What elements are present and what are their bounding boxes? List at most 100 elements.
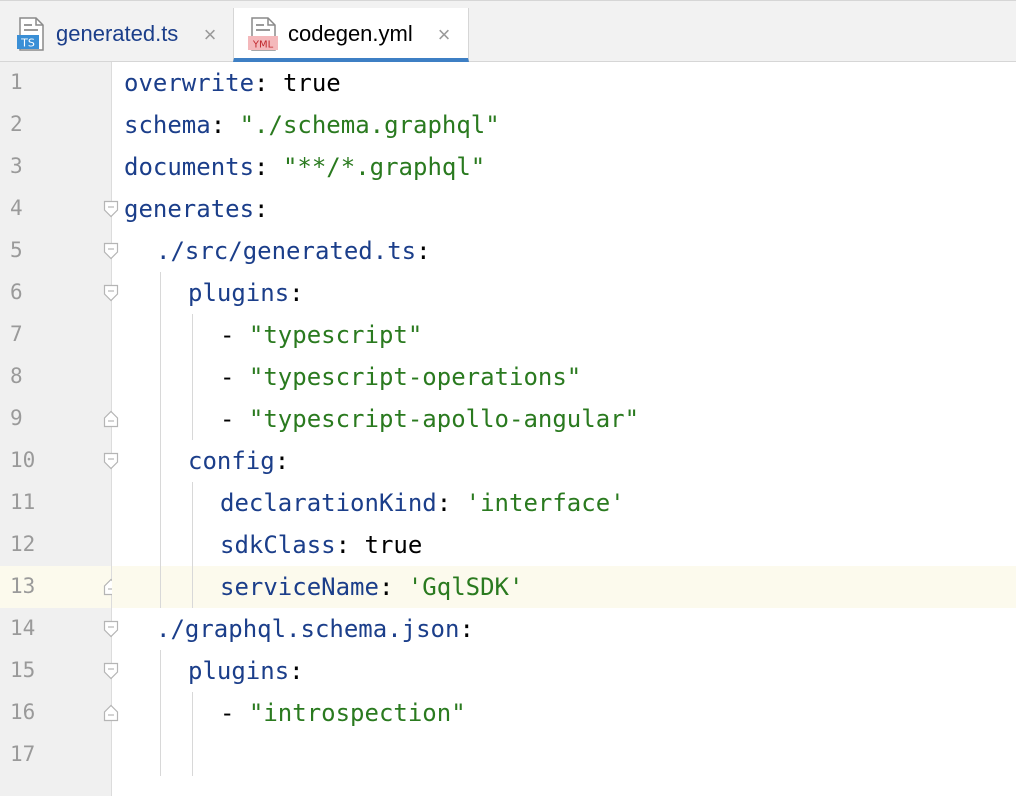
gutter-cell: 12 xyxy=(0,524,111,566)
code-text: - "typescript-apollo-angular" xyxy=(220,404,639,434)
gutter-cell: 8 xyxy=(0,356,111,398)
indent-guide xyxy=(192,314,193,440)
line-number: 3 xyxy=(10,154,23,178)
code-text: declarationKind: 'interface' xyxy=(220,488,625,518)
close-icon[interactable]: × xyxy=(434,24,454,46)
code-area: sdkClass: true xyxy=(112,524,1016,566)
gutter-cell: 2 xyxy=(0,104,111,146)
yaml-key: config xyxy=(188,447,275,475)
yaml-value: "typescript-apollo-angular" xyxy=(248,405,640,433)
yaml-value: 'GqlSDK' xyxy=(407,573,524,601)
gutter-cell: 5 xyxy=(0,230,119,272)
code-line[interactable]: 6 plugins: xyxy=(0,272,1016,314)
indent-guide xyxy=(192,482,193,608)
code-line[interactable]: 17 xyxy=(0,734,1016,776)
code-text: sdkClass: true xyxy=(220,530,422,560)
code-line[interactable]: 14 ./graphql.schema.json: xyxy=(0,608,1016,650)
code-area: - "introspection" xyxy=(112,692,1016,734)
code-text: schema: "./schema.graphql" xyxy=(124,110,500,140)
yaml-separator: : xyxy=(416,237,431,265)
gutter-cell: 14 xyxy=(0,608,119,650)
svg-text:YML: YML xyxy=(252,40,274,51)
code-line[interactable]: 8 - "typescript-operations" xyxy=(0,356,1016,398)
tab-label: generated.ts xyxy=(56,21,179,46)
line-number: 1 xyxy=(10,70,23,94)
yaml-separator: : xyxy=(436,489,466,517)
code-area xyxy=(112,734,1016,776)
code-line[interactable]: 15 plugins: xyxy=(0,650,1016,692)
gutter-cell: 9 xyxy=(0,398,119,440)
close-icon[interactable]: × xyxy=(200,24,220,46)
yaml-separator: : xyxy=(210,111,240,139)
yaml-value: "typescript-operations" xyxy=(248,363,582,391)
tab-label: codegen.yml xyxy=(288,21,413,46)
line-number: 9 xyxy=(10,406,23,430)
yaml-key: overwrite xyxy=(124,69,255,97)
line-number: 16 xyxy=(10,700,36,724)
yaml-separator: - xyxy=(220,321,249,349)
yaml-value: 'interface' xyxy=(465,489,625,517)
line-number: 14 xyxy=(10,616,36,640)
indent-guide xyxy=(160,272,161,608)
yaml-key: declarationKind xyxy=(220,489,437,517)
yaml-key: generates xyxy=(124,195,255,223)
line-number: 17 xyxy=(10,742,36,766)
code-line[interactable]: 2 schema: "./schema.graphql" xyxy=(0,104,1016,146)
yaml-separator: - xyxy=(220,699,249,727)
code-line[interactable]: 11 declarationKind: 'interface' xyxy=(0,482,1016,524)
yaml-separator: : xyxy=(335,531,365,559)
code-line[interactable]: 4 generates: xyxy=(0,188,1016,230)
svg-text:TS: TS xyxy=(20,37,35,50)
code-line[interactable]: 9 - "typescript-apollo-angular" xyxy=(0,398,1016,440)
tab-generated-ts[interactable]: TS generated.ts × xyxy=(0,8,232,62)
code-area: ./src/generated.ts: xyxy=(112,230,1016,272)
code-editor[interactable]: 1 overwrite: true 2 schema: "./schema.graph… xyxy=(0,62,1016,796)
line-number: 11 xyxy=(10,490,36,514)
yaml-value: "**/*.graphql" xyxy=(282,153,486,181)
yaml-separator: - xyxy=(220,363,249,391)
tab-codegen-yml[interactable]: YML codegen.yml × xyxy=(233,8,469,62)
code-area: schema: "./schema.graphql" xyxy=(112,104,1016,146)
gutter-cell: 13 xyxy=(0,566,119,608)
yaml-separator: : xyxy=(378,573,408,601)
code-line[interactable]: 12 sdkClass: true xyxy=(0,524,1016,566)
code-area: generates: xyxy=(112,188,1016,230)
code-line[interactable]: 5 ./src/generated.ts: xyxy=(0,230,1016,272)
ts-file-icon: TS xyxy=(17,17,44,51)
code-text: overwrite: true xyxy=(124,68,341,98)
gutter-cell: 6 xyxy=(0,272,119,314)
code-line[interactable]: 1 overwrite: true xyxy=(0,62,1016,104)
yaml-value: "./schema.graphql" xyxy=(239,111,500,139)
code-line[interactable]: 13 serviceName: 'GqlSDK' xyxy=(0,566,1016,608)
gutter-cell: 17 xyxy=(0,734,111,776)
gutter-cell: 11 xyxy=(0,482,111,524)
code-text: - "typescript-operations" xyxy=(220,362,581,392)
gutter-cell: 7 xyxy=(0,314,111,356)
yml-file-icon: YML xyxy=(248,17,278,51)
line-number: 12 xyxy=(10,532,36,556)
code-text: plugins: xyxy=(188,278,304,308)
indent-guide xyxy=(192,692,193,776)
code-text: documents: "**/*.graphql" xyxy=(124,152,485,182)
gutter-cell: 10 xyxy=(0,440,119,482)
code-line[interactable]: 16 - "introspection" xyxy=(0,692,1016,734)
yaml-separator: : xyxy=(289,279,304,307)
gutter-cell: 15 xyxy=(0,650,119,692)
code-text: - "typescript" xyxy=(220,320,422,350)
line-number: 4 xyxy=(10,196,23,220)
yaml-key: plugins xyxy=(188,279,290,307)
yaml-separator: : xyxy=(254,69,283,97)
code-text: serviceName: 'GqlSDK' xyxy=(220,572,523,602)
code-line[interactable]: 3 documents: "**/*.graphql" xyxy=(0,146,1016,188)
code-line[interactable]: 7 - "typescript" xyxy=(0,314,1016,356)
code-line[interactable]: 10 config: xyxy=(0,440,1016,482)
yaml-key: ./graphql.schema.json xyxy=(156,615,460,643)
yaml-key: ./src/generated.ts xyxy=(156,237,417,265)
gutter-cell: 3 xyxy=(0,146,111,188)
yaml-key: sdkClass xyxy=(220,531,336,559)
yaml-value: "typescript" xyxy=(248,321,423,349)
code-area: overwrite: true xyxy=(112,62,1016,104)
yaml-separator: : xyxy=(289,657,304,685)
yaml-value: true xyxy=(364,531,423,559)
line-number: 2 xyxy=(10,112,23,136)
